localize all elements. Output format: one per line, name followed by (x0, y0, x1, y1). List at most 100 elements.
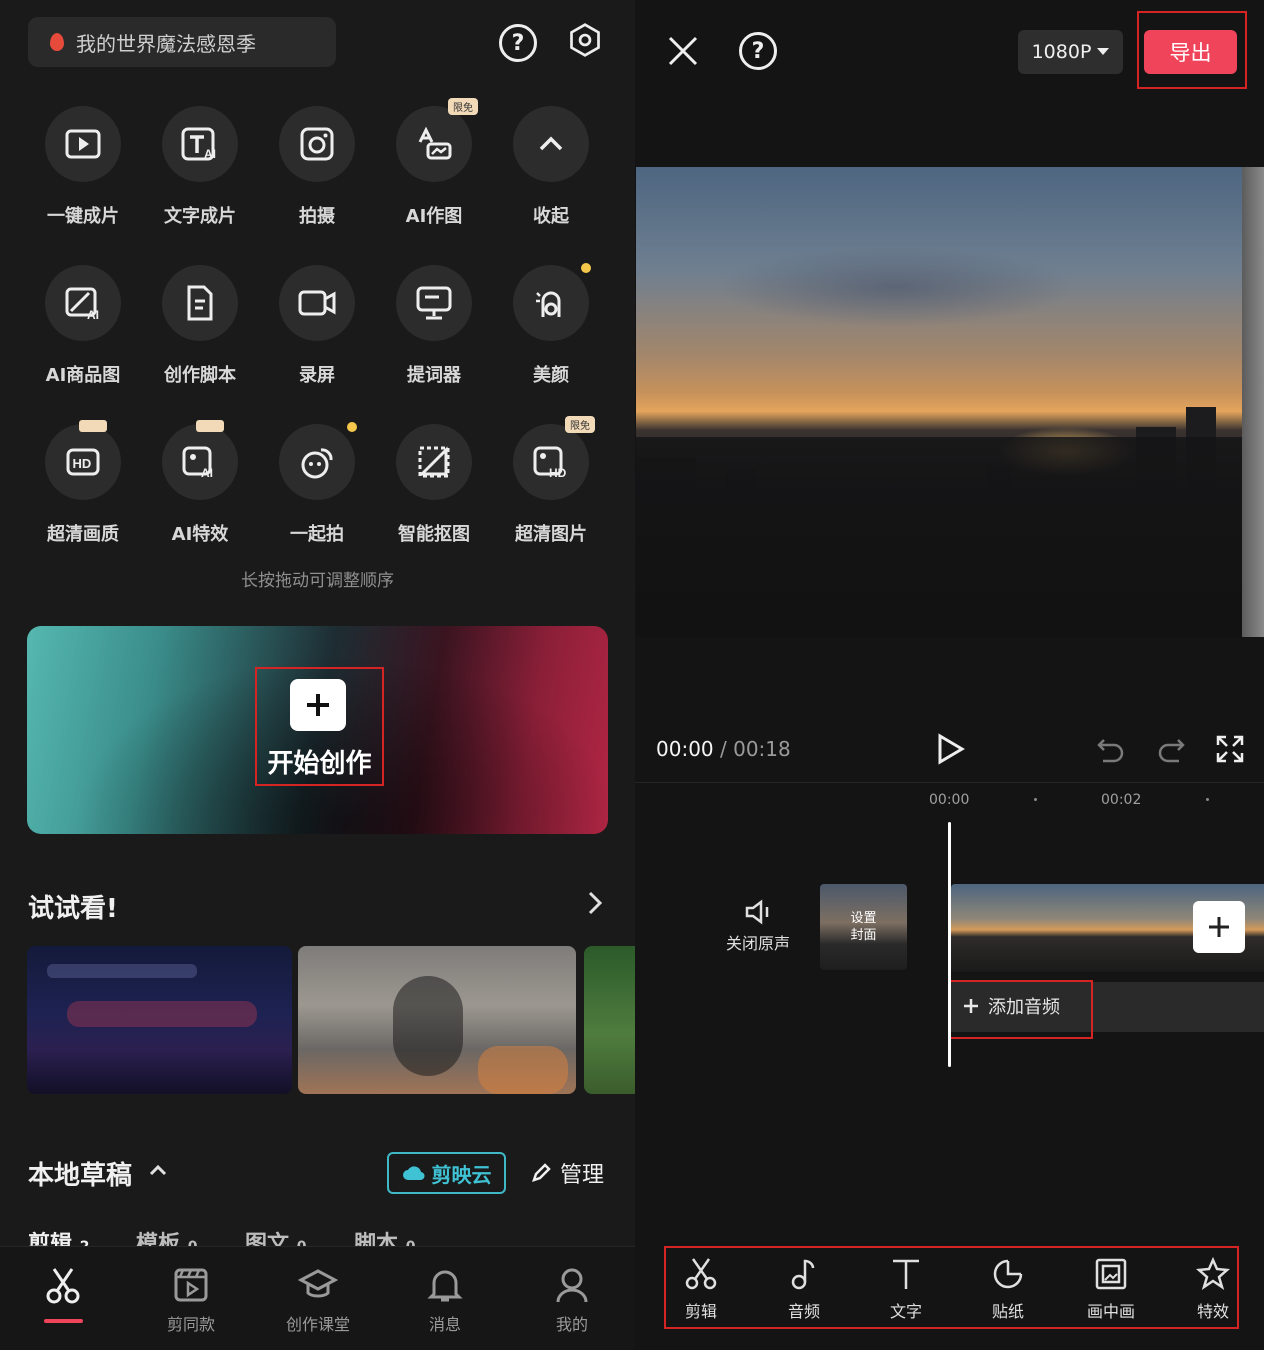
tool-one-click[interactable]: 一键成片 (24, 106, 142, 228)
try-card-1[interactable] (27, 946, 292, 1094)
bell-icon (427, 1270, 463, 1302)
video-clip-frame[interactable] (1037, 884, 1123, 972)
chevron-up-small-icon[interactable] (148, 1162, 168, 1182)
tool-shoot-together[interactable]: 一起拍 (258, 422, 376, 546)
nav-me[interactable]: 我的 (517, 1265, 627, 1335)
nav-label: 消息 (428, 1315, 461, 1334)
playhead[interactable] (948, 822, 951, 1067)
script-icon (187, 285, 213, 321)
play-icon[interactable] (935, 733, 965, 769)
toolbar-label: 音频 (787, 1302, 820, 1321)
try-card-3[interactable] (584, 946, 635, 1094)
free-badge: 限免 (448, 98, 478, 115)
tool-hd-image[interactable]: 限免 HD 超清图片 (492, 416, 610, 546)
redo-icon[interactable] (1156, 734, 1186, 768)
new-dot (347, 422, 357, 432)
toolbar-label: 剪辑 (684, 1302, 717, 1321)
mute-label: 关闭原声 (725, 934, 790, 953)
toolbar-audio[interactable]: 音频 (764, 1256, 844, 1322)
settings-hex-icon[interactable] (567, 22, 603, 62)
manage-button[interactable]: 管理 (530, 1157, 604, 1189)
time-total: 00:18 (733, 737, 791, 761)
try-title: 试试看! (28, 894, 118, 924)
help-icon[interactable]: ? (499, 24, 537, 62)
try-card-2[interactable] (298, 946, 576, 1094)
toolbar-text[interactable]: 文字 (866, 1256, 946, 1322)
start-create-button[interactable] (290, 679, 346, 731)
tool-smart-cutout[interactable]: 智能抠图 (375, 424, 493, 546)
editor-help-icon[interactable]: ? (739, 32, 777, 70)
resolution-value: 1080P (1031, 41, 1092, 63)
tool-label: 文字成片 (164, 206, 236, 227)
search-text: 我的世界魔法感恩季 (76, 31, 256, 56)
nav-edit[interactable] (8, 1265, 118, 1311)
tool-label: 一起拍 (290, 524, 344, 545)
add-clip-button[interactable] (1193, 901, 1245, 953)
video-clip-frame[interactable] (951, 884, 1037, 972)
manage-label: 管理 (560, 1163, 605, 1188)
tool-ai-product[interactable]: AI AI商品图 (24, 265, 142, 387)
camera-icon (300, 127, 334, 161)
tool-teleprompter[interactable]: 提词器 (375, 265, 493, 387)
nav-label: 剪同款 (166, 1315, 215, 1334)
cloud-label: 剪映云 (431, 1162, 492, 1187)
resolution-dropdown[interactable]: 1080P (1018, 30, 1123, 74)
add-audio-label: 添加音频 (988, 997, 1060, 1018)
home-panel: 我的世界魔法感恩季 ? 一键成片 AI 文字成片 拍摄 限免 AI作图 收起 A… (0, 0, 635, 1350)
cloud-button[interactable]: 剪映云 (387, 1152, 506, 1194)
record-screen-icon (298, 290, 336, 316)
toolbar-sticker[interactable]: 贴纸 (968, 1256, 1048, 1322)
start-create-label: 开始创作 (267, 749, 372, 779)
tool-label: AI商品图 (45, 365, 121, 386)
tool-ai-effects[interactable]: AI AI特效 (141, 420, 259, 546)
plus-icon (307, 694, 329, 716)
undo-icon[interactable] (1096, 734, 1126, 768)
tool-beauty[interactable]: 美颜 (492, 263, 610, 387)
ai-product-icon: AI (65, 287, 99, 322)
tool-screen-record[interactable]: 录屏 (258, 265, 376, 387)
sticker-icon (993, 1259, 1023, 1289)
beauty-icon (536, 291, 561, 317)
flame-icon (50, 33, 64, 51)
fullscreen-icon[interactable] (1215, 734, 1245, 768)
chevron-right-icon[interactable] (584, 888, 606, 922)
active-indicator (44, 1319, 83, 1323)
free-badge: 限免 (565, 416, 595, 433)
plus-icon (1209, 917, 1229, 937)
drafts-title: 本地草稿 (28, 1161, 133, 1191)
tool-text-to-video[interactable]: AI 文字成片 (141, 106, 259, 228)
search-bar[interactable]: 我的世界魔法感恩季 (28, 17, 336, 67)
export-button[interactable]: 导出 (1144, 30, 1237, 74)
tool-label: 提词器 (407, 365, 461, 386)
hd-image-icon: HD (533, 446, 567, 480)
effects-star-icon (1196, 1256, 1230, 1290)
toolbar-pip[interactable]: 画中画 (1071, 1256, 1151, 1322)
svg-text:HD: HD (549, 466, 567, 480)
nav-course[interactable]: 创作课堂 (263, 1265, 373, 1335)
nav-template[interactable]: 剪同款 (136, 1265, 246, 1335)
toolbar-label: 特效 (1196, 1302, 1229, 1321)
tool-label: 智能抠图 (398, 524, 470, 545)
tool-label: AI特效 (171, 524, 229, 545)
tool-script[interactable]: 创作脚本 (141, 265, 259, 387)
tool-label: AI作图 (405, 206, 463, 227)
toolbar-effects[interactable]: 特效 (1173, 1256, 1253, 1322)
mute-original-button[interactable]: 关闭原声 (718, 898, 798, 954)
tool-ai-draw[interactable]: 限免 AI作图 (375, 98, 493, 228)
video-preview[interactable] (636, 167, 1264, 637)
tool-collapse[interactable]: 收起 (492, 106, 610, 228)
tool-label: 一键成片 (47, 206, 119, 227)
nav-messages[interactable]: 消息 (390, 1265, 500, 1335)
tool-shoot[interactable]: 拍摄 (258, 106, 376, 228)
play-box-icon (65, 129, 101, 159)
toolbar-edit[interactable]: 剪辑 (661, 1256, 741, 1322)
scissors-icon (685, 1258, 717, 1290)
add-audio-button[interactable]: 添加音频 (962, 993, 1060, 1019)
bottom-nav: 剪同款 创作课堂 消息 我的 (0, 1246, 635, 1350)
ai-effect-icon: AI (182, 446, 213, 480)
tool-hd-quality[interactable]: HD 超清画质 (24, 420, 142, 546)
close-icon[interactable] (664, 32, 702, 74)
pencil-icon (532, 1163, 551, 1182)
set-cover-button[interactable]: 设置 封面 (820, 884, 907, 970)
time-separator: / (713, 737, 734, 761)
